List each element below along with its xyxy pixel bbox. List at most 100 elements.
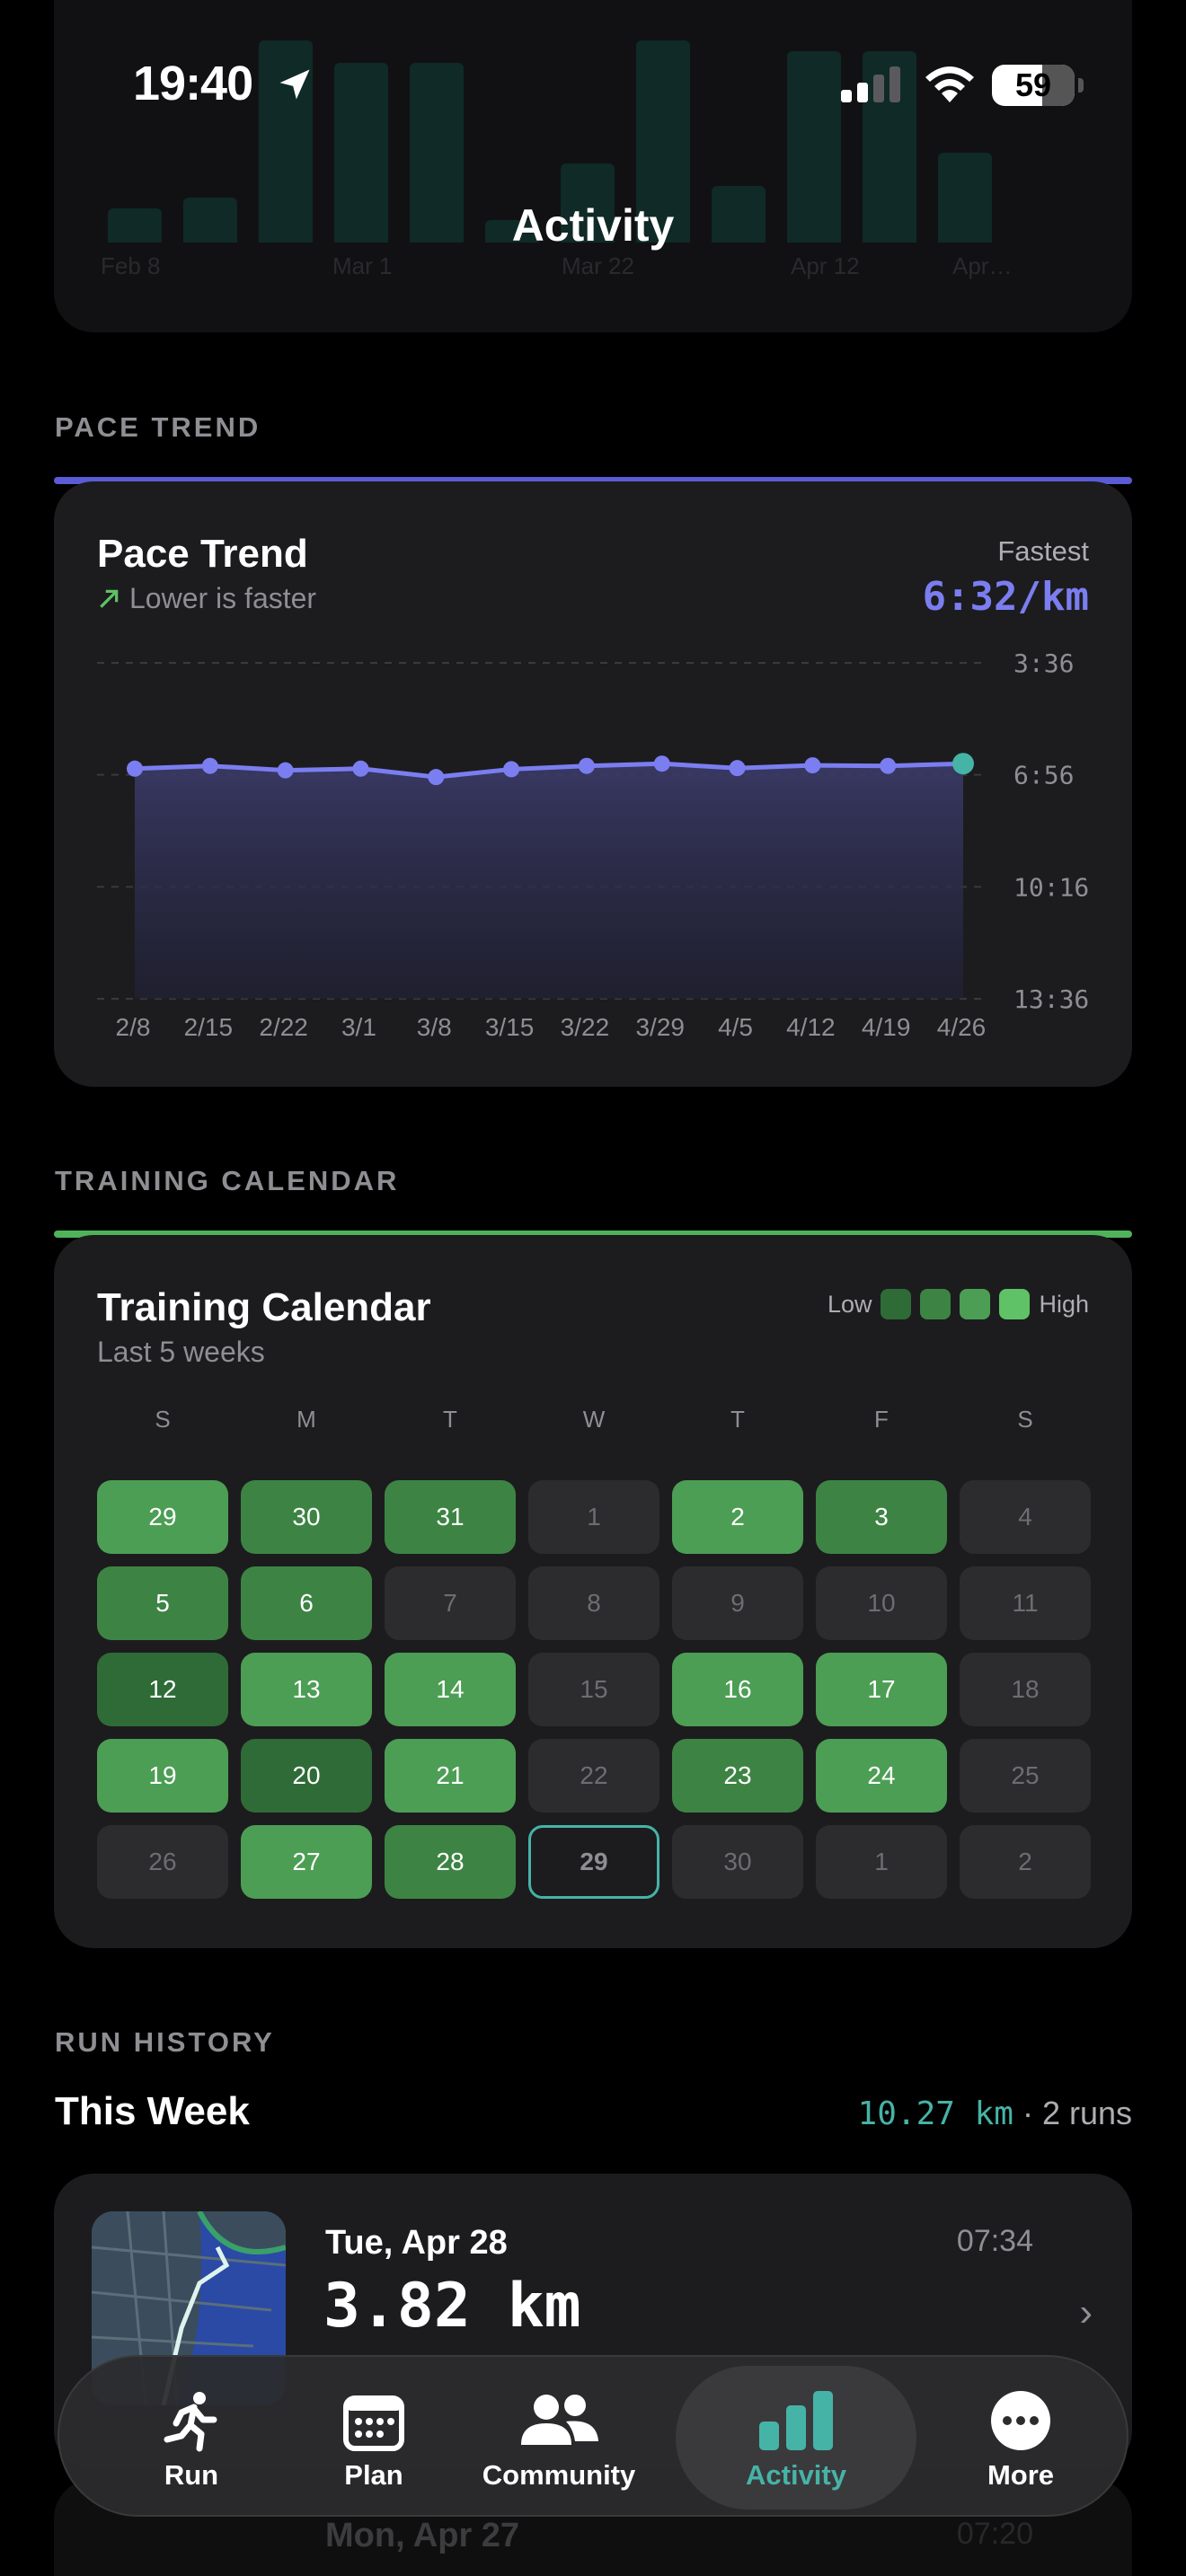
calendar-day[interactable]: 1 (816, 1825, 947, 1899)
tab-label: Plan (344, 2459, 403, 2491)
calendar-day[interactable]: 13 (241, 1653, 372, 1726)
pace-point (952, 753, 974, 775)
calendar-day[interactable]: 19 (97, 1739, 228, 1813)
pace-point (127, 760, 143, 777)
x-tick-label: 4/19 (862, 1013, 911, 1041)
calendar-card-subtitle: Last 5 weeks (97, 1336, 265, 1368)
calendar-day[interactable]: 24 (816, 1739, 947, 1813)
x-tick-label: 3/29 (635, 1013, 685, 1041)
calendar-day[interactable]: 8 (528, 1566, 659, 1640)
x-tick-label: 3/15 (485, 1013, 535, 1041)
calendar-section-label: TRAINING CALENDAR (55, 1165, 400, 1196)
calendar-day-today[interactable]: 29 (528, 1825, 659, 1899)
runner-icon (164, 2392, 217, 2452)
calendar-day[interactable]: 3 (816, 1480, 947, 1554)
x-tick-label: 3/8 (417, 1013, 452, 1041)
x-tick-label: 3/1 (341, 1013, 376, 1041)
calendar-day[interactable]: 18 (960, 1653, 1091, 1726)
calendar-day[interactable]: 10 (816, 1566, 947, 1640)
calendar-day[interactable]: 15 (528, 1653, 659, 1726)
pace-point (578, 757, 595, 774)
y-tick-label: 6:56 (1013, 761, 1074, 790)
y-tick-label: 13:36 (1013, 984, 1089, 1014)
week-total-km: 10.27 km (857, 2095, 1013, 2132)
calendar-day[interactable]: 12 (97, 1653, 228, 1726)
x-tick-label: 2/22 (259, 1013, 308, 1041)
legend-swatch (999, 1289, 1031, 1319)
calendar-day[interactable]: 4 (960, 1480, 1091, 1554)
legend-swatch (960, 1289, 991, 1319)
distance-x-label: Mar 22 (562, 252, 634, 279)
calendar-day[interactable]: 9 (672, 1566, 803, 1640)
calendar-day[interactable]: 29 (97, 1480, 228, 1554)
calendar-day[interactable]: 22 (528, 1739, 659, 1813)
x-tick-label: 3/22 (561, 1013, 610, 1041)
legend-high-label: High (1039, 1290, 1089, 1318)
pace-point (428, 769, 445, 786)
calendar-day[interactable]: 2 (960, 1825, 1091, 1899)
tab-plan[interactable]: Plan (284, 2366, 464, 2510)
x-tick-label: 2/8 (116, 1013, 151, 1041)
cellular-signal-icon (841, 66, 900, 102)
weekday-header: S (155, 1406, 171, 1433)
calendar-day[interactable]: 5 (97, 1566, 228, 1640)
more-icon (991, 2391, 1050, 2450)
run-start-time: 07:34 (956, 2224, 1033, 2258)
calendar-day[interactable]: 31 (385, 1480, 516, 1554)
calendar-day[interactable]: 30 (241, 1480, 372, 1554)
status-bar: 19:40 59 Activity (0, 0, 1186, 251)
legend-low-label: Low (827, 1290, 872, 1318)
tab-community[interactable]: Community (460, 2366, 658, 2510)
calendar-day[interactable]: 25 (960, 1739, 1091, 1813)
calendar-day[interactable]: 11 (960, 1566, 1091, 1640)
pace-point (729, 760, 746, 777)
run-distance: 3.82 km (323, 2271, 581, 2342)
calendar-day[interactable]: 26 (97, 1825, 228, 1899)
tab-activity[interactable]: Activity (676, 2366, 916, 2510)
calendar-day[interactable]: 16 (672, 1653, 803, 1726)
tab-run[interactable]: Run (70, 2366, 313, 2510)
weekday-header: T (443, 1406, 457, 1433)
calendar-day[interactable]: 7 (385, 1566, 516, 1640)
calendar-day[interactable]: 23 (672, 1739, 803, 1813)
pace-point (277, 762, 294, 779)
pace-point (880, 757, 897, 774)
weekday-header: S (1017, 1406, 1033, 1433)
pace-area (135, 763, 963, 999)
run-history-section-label: RUN HISTORY (55, 2026, 275, 2058)
calendar-day[interactable]: 6 (241, 1566, 372, 1640)
calendar-day[interactable]: 30 (672, 1825, 803, 1899)
pace-point (201, 757, 218, 774)
distance-x-label: Apr 12 (791, 252, 860, 279)
y-tick-label: 10:16 (1013, 872, 1089, 902)
calendar-day[interactable]: 1 (528, 1480, 659, 1554)
calendar-day[interactable]: 2 (672, 1480, 803, 1554)
pace-trend-card[interactable]: Pace Trend Lower is faster Fastest 6:32/… (54, 481, 1132, 1087)
week-summary: 10.27 km · 2 runs (858, 2095, 1132, 2132)
calendar-card-title: Training Calendar (97, 1285, 431, 1329)
week-run-count: · 2 runs (1022, 2095, 1132, 2131)
pace-point (804, 757, 821, 774)
tab-more[interactable]: More (922, 2366, 1120, 2510)
weekday-header: M (296, 1406, 316, 1433)
chevron-right-icon: › (1079, 2290, 1093, 2334)
tab-label: Community (482, 2459, 636, 2491)
wifi-icon (925, 66, 974, 102)
tab-bar: Run Plan Community Activity More (58, 2355, 1128, 2517)
calendar-day[interactable]: 21 (385, 1739, 516, 1813)
x-tick-label: 4/12 (786, 1013, 836, 1041)
calendar-icon (343, 2395, 404, 2451)
pace-section-label: PACE TREND (55, 411, 261, 443)
calendar-day[interactable]: 17 (816, 1653, 947, 1726)
x-tick-label: 4/26 (937, 1013, 987, 1041)
calendar-day[interactable]: 27 (241, 1825, 372, 1899)
calendar-day[interactable]: 20 (241, 1739, 372, 1813)
tab-label: Activity (746, 2459, 846, 2491)
distance-x-label: Apr… (952, 252, 1013, 279)
bar-chart-icon (759, 2391, 833, 2450)
week-title: This Week (55, 2089, 250, 2133)
calendar-day[interactable]: 14 (385, 1653, 516, 1726)
intensity-legend: Low High (828, 1289, 1089, 1319)
page-title: Activity (511, 200, 675, 251)
calendar-day[interactable]: 28 (385, 1825, 516, 1899)
